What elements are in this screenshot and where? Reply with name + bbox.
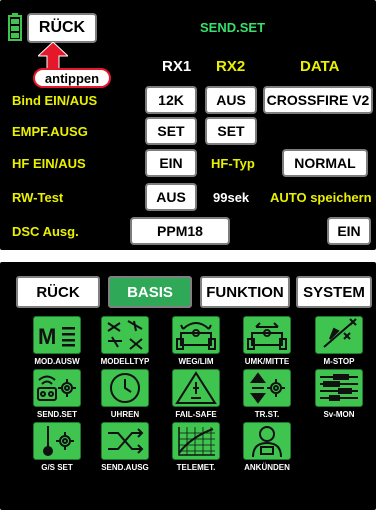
tab-back[interactable]: RÜCK (16, 276, 100, 308)
svg-text:M: M (38, 324, 56, 349)
servo-monitor-tile[interactable] (315, 369, 363, 407)
trim-step-tile[interactable] (243, 369, 291, 407)
dsc-output-value[interactable]: PPM18 (130, 217, 230, 245)
page-title: SEND.SET (200, 20, 266, 35)
trim-step-icon (250, 372, 285, 404)
transmitter-settings-screen: RÜCK SEND.SET RX1 RX2 DATA Bind EIN/AUS … (0, 0, 376, 250)
tile-label: TELEMET. (176, 463, 216, 472)
rx1-receiver-output-button[interactable]: SET (145, 117, 197, 145)
rf-type-value[interactable]: NORMAL (282, 149, 368, 177)
column-header-rx1: RX1 (162, 58, 192, 75)
tile-label: TR.ST. (254, 410, 280, 419)
model-select-icon: M (38, 324, 75, 349)
model-type-icon (107, 320, 143, 350)
tile-label: M-STOP (323, 357, 355, 366)
tile-label: MODELLTYP (100, 357, 150, 366)
receiver-output-label: EMPF.AUSG (12, 124, 88, 139)
data-bind-value[interactable]: CROSSFIRE V2 (263, 86, 373, 114)
tile-label: ANKÜNDEN (244, 463, 290, 472)
rx2-receiver-output-button[interactable]: SET (205, 117, 257, 145)
range-test-label: RW-Test (12, 190, 64, 205)
battery-icon (8, 13, 22, 41)
auto-save-label: AUTO speichern (270, 190, 372, 205)
servo-monitor-icon (320, 374, 358, 401)
fail-safe-icon (175, 371, 217, 404)
rf-type-label: HF-Typ (211, 156, 255, 171)
rf-on-off-value[interactable]: EIN (145, 149, 197, 177)
servo-reverse-icon (247, 322, 287, 350)
servo-travel-icon (176, 322, 216, 350)
tab-function[interactable]: FUNKTION (200, 276, 290, 308)
tile-label: WEG/LIM (178, 357, 214, 366)
dsc-output-label: DSC Ausg. (12, 224, 79, 239)
column-header-data: DATA (300, 58, 340, 75)
range-test-seconds[interactable]: 99sek (213, 190, 249, 205)
motor-stop-icon (323, 318, 357, 348)
transmitter-settings-tile[interactable] (33, 369, 81, 407)
telemetry-icon (178, 427, 215, 456)
telemetry-tile[interactable] (172, 422, 220, 460)
rf-on-off-label: HF EIN/AUS (12, 156, 86, 171)
tile-label: SEND.AUSG (101, 463, 149, 472)
rx2-bind-value[interactable]: AUS (205, 86, 257, 114)
column-header-rx2: RX2 (216, 58, 246, 75)
throttle-settings-tile[interactable] (33, 422, 81, 460)
model-type-tile[interactable] (101, 316, 149, 354)
basis-menu-screen: RÜCK BASIS FUNKTION SYSTEM M MOD.AUSW MO… (0, 262, 376, 510)
announcement-icon (252, 426, 282, 458)
back-button[interactable]: RÜCK (27, 13, 97, 43)
auto-save-value[interactable]: EIN (327, 217, 371, 245)
tile-label: UMK/MITTE (244, 357, 290, 366)
servo-travel-tile[interactable] (172, 316, 220, 354)
announcement-tile[interactable] (243, 422, 291, 460)
tab-basis[interactable]: BASIS (108, 276, 192, 308)
tile-label: UHREN (110, 410, 140, 419)
transmitter-output-tile[interactable] (101, 422, 149, 460)
bind-label: Bind EIN/AUS (12, 93, 98, 108)
fail-safe-tile[interactable] (172, 369, 220, 407)
tile-label: Sv-MON (323, 410, 355, 419)
tile-label: G/S SET (41, 463, 73, 472)
transmitter-settings-icon (37, 375, 76, 401)
tab-system[interactable]: SYSTEM (296, 276, 372, 308)
rx1-bind-value[interactable]: 12K (145, 86, 197, 114)
tap-arrow-icon (36, 41, 70, 71)
tile-label: SEND.SET (36, 410, 77, 419)
clock-tile[interactable] (101, 369, 149, 407)
tap-annotation: antippen (33, 68, 111, 88)
model-select-tile[interactable]: M (33, 316, 81, 354)
throttle-settings-icon (43, 426, 74, 456)
range-test-value[interactable]: AUS (145, 183, 197, 211)
transmitter-output-icon (108, 428, 144, 454)
tile-label: MOD.AUSW (34, 357, 80, 366)
tile-label: FAIL-SAFE (175, 410, 217, 419)
motor-stop-tile[interactable] (315, 316, 363, 354)
clock-icon (110, 373, 140, 403)
servo-reverse-tile[interactable] (243, 316, 291, 354)
